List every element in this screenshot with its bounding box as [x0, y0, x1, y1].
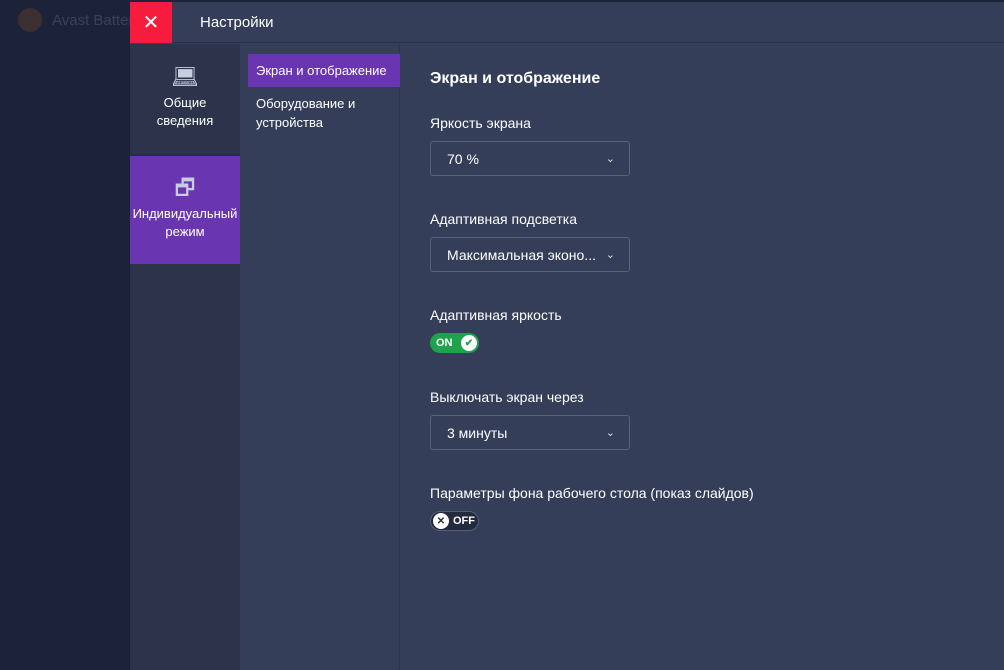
wallpaper-label: Параметры фона рабочего стола (показ сла… [430, 485, 754, 501]
toggle-state: OFF [453, 515, 475, 527]
sidebar-item-label: режим [165, 224, 205, 239]
settings-content: Экран и отображение Яркость экрана 70 % ⌄… [430, 44, 1004, 670]
eco-mode-icon: 🗗︎ [174, 175, 196, 200]
chevron-down-icon: ⌄ [605, 153, 615, 165]
adaptive-backlight-label: Адаптивная подсветка [430, 211, 577, 227]
sidebar-item-label: сведения [156, 113, 214, 128]
background-app-name: Avast Batter [52, 11, 134, 29]
subnav-item-hardware[interactable]: Оборудование и устройства [248, 87, 400, 139]
select-value: 70 % [447, 150, 479, 167]
subnav: Экран и отображение Оборудование и устро… [240, 44, 400, 670]
avast-logo-icon [18, 8, 42, 32]
wallpaper-toggle[interactable]: ✕ OFF [430, 511, 479, 531]
x-icon: ✕ [433, 513, 449, 529]
sidebar-item-label: Индивидуальный [132, 206, 238, 221]
sidebar-item-label: Общие [163, 95, 207, 110]
select-value: 3 минуты [447, 424, 508, 441]
settings-modal: ✕ Настройки 💻︎ Общие сведения 🗗︎ Индивид… [130, 1, 1004, 670]
laptop-icon: 💻︎ [171, 64, 199, 89]
adaptive-backlight-select[interactable]: Максимальная эконо... ⌄ [430, 237, 630, 272]
page-title: Настройки [200, 13, 274, 31]
adaptive-brightness-toggle[interactable]: ON ✔ [430, 333, 479, 353]
adaptive-brightness-label: Адаптивная яркость [430, 307, 562, 323]
brightness-label: Яркость экрана [430, 115, 531, 131]
screen-off-select[interactable]: 3 минуты ⌄ [430, 415, 630, 450]
chevron-down-icon: ⌄ [605, 427, 615, 439]
screen-off-label: Выключать экран через [430, 389, 584, 405]
background-app-title: Avast Batter [18, 8, 133, 32]
close-button[interactable]: ✕ [130, 1, 172, 43]
check-icon: ✔ [461, 335, 477, 351]
subnav-item-display[interactable]: Экран и отображение [248, 54, 400, 87]
chevron-down-icon: ⌄ [605, 249, 615, 261]
select-value: Максимальная эконо... [447, 246, 596, 263]
toggle-state: ON [436, 337, 453, 349]
brightness-select[interactable]: 70 % ⌄ [430, 141, 630, 176]
sidebar-item-custom-mode[interactable]: 🗗︎ Индивидуальный режим [130, 154, 240, 264]
sidebar-item-general[interactable]: 💻︎ Общие сведения [130, 44, 240, 154]
section-heading: Экран и отображение [430, 70, 601, 87]
header: ✕ Настройки [130, 1, 1004, 43]
sidebar: 💻︎ Общие сведения 🗗︎ Индивидуальный режи… [130, 44, 240, 670]
